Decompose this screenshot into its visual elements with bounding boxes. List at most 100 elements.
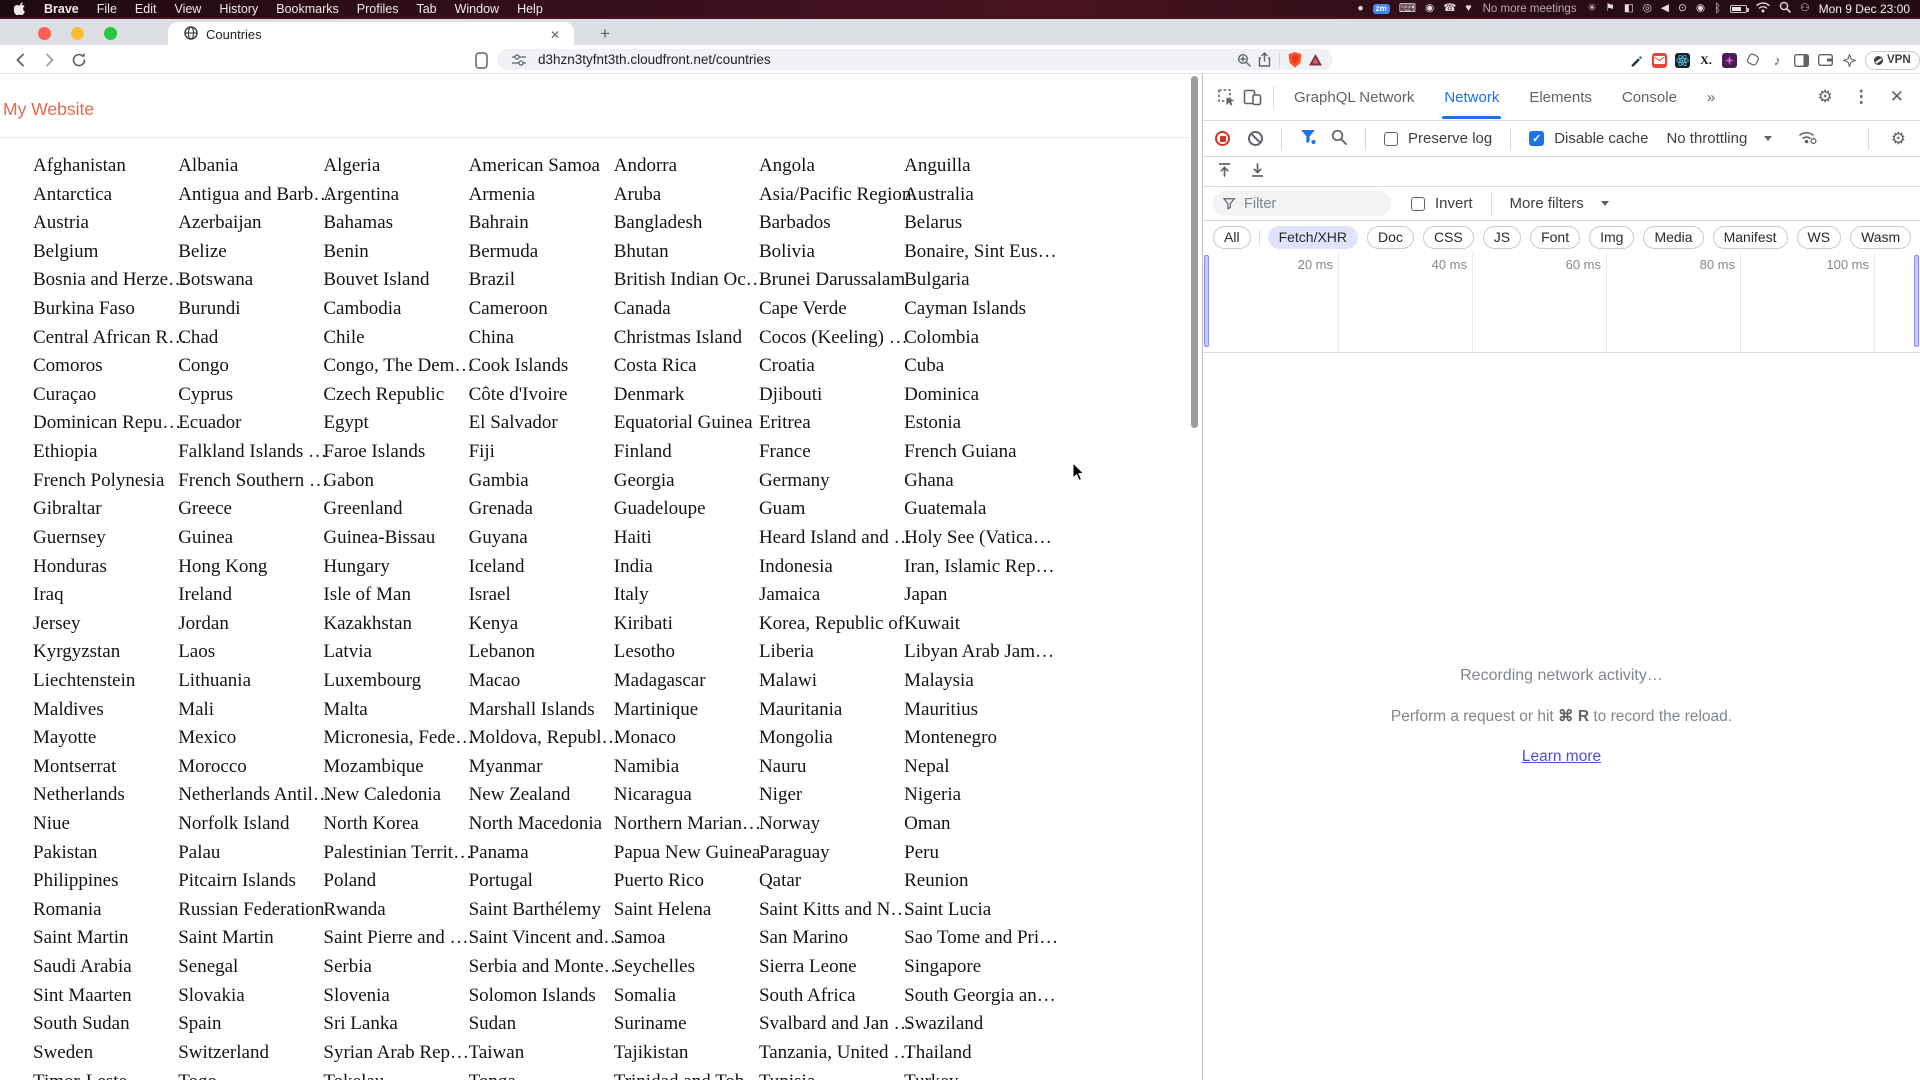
target-icon[interactable]: ◎ [1643,0,1652,17]
device-toolbar-icon[interactable] [1239,84,1265,110]
brave-rewards-icon[interactable] [1305,50,1325,70]
extension-pen-icon[interactable] [1628,52,1644,68]
import-har-icon[interactable] [1217,162,1232,182]
request-type-chip[interactable]: Fetch/XHR [1267,225,1359,249]
export-har-icon[interactable] [1250,162,1265,182]
side-panel-icon[interactable] [1793,52,1809,68]
meetings-status-text[interactable]: No more meetings [1481,3,1579,15]
devtools-tab[interactable]: Console [1622,89,1677,106]
flower-icon[interactable]: ✳ [1588,0,1597,17]
menu-bar-item[interactable]: Tab [407,2,445,16]
request-type-chip[interactable]: WS [1796,225,1842,249]
lock-icon[interactable]: ◉ [1425,0,1434,17]
request-type-chip[interactable]: Wasm [1850,225,1912,249]
new-tab-button[interactable]: + [600,24,610,44]
volume-icon[interactable]: ◀ [1661,0,1669,17]
forward-button[interactable] [38,49,60,71]
phone-icon[interactable]: ☎ [1443,0,1456,17]
devtools-tab[interactable]: Elements [1529,89,1592,106]
devtools-tab[interactable]: GraphQL Network [1294,89,1414,106]
inspect-element-icon[interactable] [1213,84,1239,110]
wallet-icon[interactable] [1817,52,1833,68]
window-zoom-button[interactable] [104,27,117,40]
learn-more-link[interactable]: Learn more [1522,748,1601,766]
network-settings-gear-icon[interactable]: ⚙ [1891,129,1906,149]
sidebar-toggle-icon[interactable] [470,49,492,71]
url-bar[interactable]: d3hzn3tyfnt3th.cloudfront.net/countries [497,49,1333,70]
preserve-log-label[interactable]: Preserve log [1408,130,1492,147]
back-button[interactable] [10,49,32,71]
spotlight-search-icon[interactable] [1779,1,1791,16]
battery-icon[interactable] [1730,4,1750,13]
bluetooth-icon[interactable]: ᛒ [1714,0,1721,17]
brave-shields-icon[interactable] [1285,50,1305,70]
reload-button[interactable] [68,49,90,71]
request-type-chip[interactable]: Img [1589,225,1635,249]
tab-close-icon[interactable]: ✕ [546,28,564,42]
record-dot-icon[interactable]: ● [1357,0,1363,17]
timeline-end-bracket[interactable] [1914,255,1919,347]
zoom-app-icon[interactable]: zm [1372,3,1390,14]
filter-input[interactable]: Filter [1213,191,1391,216]
flag-icon[interactable]: ⚑ [1605,0,1614,17]
throttling-select[interactable]: No throttling [1666,130,1747,147]
request-type-chip[interactable]: Doc [1367,225,1414,249]
window-tile-icon[interactable]: ◧ [1624,0,1634,17]
filter-funnel-icon[interactable] [1300,129,1317,149]
apple-logo-icon[interactable] [0,2,35,15]
wifi-icon[interactable] [1756,1,1770,16]
search-icon[interactable] [1331,129,1347,149]
page-scrollbar-thumb[interactable] [1191,76,1198,428]
settings-gear-icon[interactable]: ⚙ [1818,87,1833,107]
invert-checkbox[interactable] [1411,196,1425,211]
timeline-start-bracket[interactable] [1204,255,1209,347]
kebab-menu-icon[interactable]: ⋮ [1853,87,1870,107]
menu-bar-item[interactable]: History [210,2,267,16]
request-type-chip[interactable]: All [1213,225,1260,249]
leo-ai-sparkle-icon[interactable] [1841,52,1857,68]
menu-bar-item[interactable]: Edit [126,2,166,16]
menu-bar-item[interactable]: Help [508,2,552,16]
extension-purple-icon[interactable] [1722,52,1737,68]
devtools-tab[interactable]: Network [1442,89,1502,119]
heart-icon[interactable]: ♥ [1465,0,1471,17]
record-stop-button[interactable] [1215,131,1230,146]
browser-tab[interactable]: Countries ✕ [168,22,574,47]
window-close-button[interactable] [38,27,51,40]
menu-bar-item[interactable]: Brave [35,2,88,16]
menu-bar-item[interactable]: Profiles [348,2,408,16]
keyboard-icon[interactable]: ⌨ [1399,0,1416,17]
devtools-close-icon[interactable]: ✕ [1890,87,1904,107]
music-note-icon[interactable]: ♪ [1769,52,1785,68]
extension-mail-icon[interactable] [1652,52,1667,68]
url-text[interactable]: d3hzn3tyfnt3th.cloudfront.net/countries [538,52,1234,67]
disable-cache-label[interactable]: Disable cache [1554,130,1648,147]
menu-bar-item[interactable]: File [88,2,126,16]
disable-cache-checkbox[interactable]: ✓ [1529,131,1545,146]
preserve-log-checkbox[interactable] [1384,131,1398,146]
camera-icon[interactable]: ◉ [1696,0,1705,17]
user-switch-icon[interactable]: ⚇ [1800,0,1809,17]
request-type-chip[interactable]: Manifest [1712,225,1788,249]
play-circle-icon[interactable]: ⊙ [1678,0,1687,17]
request-type-chip[interactable]: Media [1643,225,1704,249]
request-type-chip[interactable]: JS [1482,225,1522,249]
clear-network-log-icon[interactable] [1248,131,1263,146]
request-type-chip[interactable]: Font [1530,225,1581,249]
menu-bar-item[interactable]: View [165,2,210,16]
menu-bar-item[interactable]: Window [446,2,508,16]
extension-react-devtools-icon[interactable] [1675,52,1690,68]
vpn-button[interactable]: VPN [1865,50,1920,70]
menu-bar-item[interactable]: Bookmarks [267,2,348,16]
share-icon[interactable] [1254,50,1274,70]
site-controls-icon[interactable] [509,50,529,70]
extension-x-icon[interactable]: X. [1698,52,1714,68]
network-conditions-icon[interactable] [1798,129,1818,149]
menu-bar-clock[interactable]: Mon 9 Dec 23:00 [1819,2,1910,16]
request-type-chip[interactable]: CSS [1422,225,1474,249]
devtools-tab[interactable]: » [1707,89,1715,106]
zoom-in-icon[interactable] [1234,50,1254,70]
extension-blob-icon[interactable] [1745,52,1761,68]
network-overview-timeline[interactable]: 20 ms 40 ms 60 ms 80 ms 100 ms [1203,253,1920,353]
invert-label[interactable]: Invert [1435,195,1473,212]
